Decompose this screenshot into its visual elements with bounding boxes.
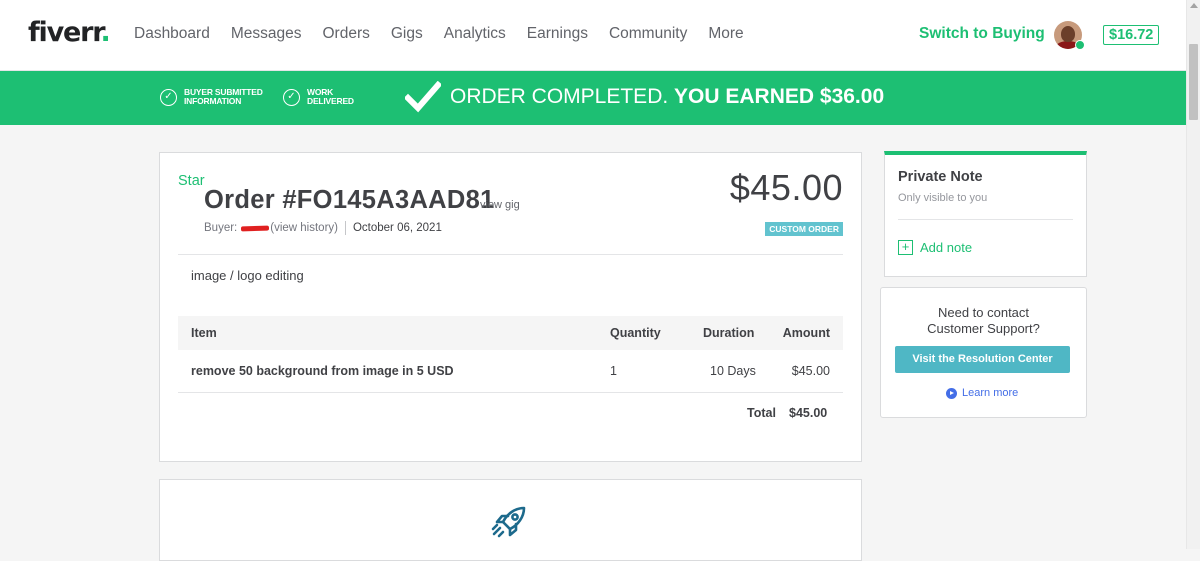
nav-dashboard[interactable]: Dashboard: [134, 25, 210, 43]
plus-icon: +: [898, 240, 913, 255]
fiverr-logo[interactable]: fiverr.: [28, 17, 111, 48]
total-value: $45.00: [789, 406, 828, 420]
order-status-banner: ✓ BUYER SUBMITTED INFORMATION ✓ WORK DEL…: [0, 71, 1186, 125]
nav-community[interactable]: Community: [609, 25, 687, 43]
total-label: Total: [747, 406, 776, 420]
private-note-subtitle: Only visible to you: [898, 192, 988, 204]
custom-order-badge: CUSTOM ORDER: [765, 222, 843, 236]
divider: [178, 392, 843, 393]
order-description: image / logo editing: [191, 268, 304, 283]
star-button[interactable]: Star: [178, 173, 205, 189]
support-panel: Need to contact Customer Support? Visit …: [880, 287, 1087, 418]
redacted-buyer-name: [241, 225, 270, 231]
order-price: $45.00: [729, 167, 843, 208]
switch-to-buying-link[interactable]: Switch to Buying: [919, 25, 1045, 43]
main-nav-links: Dashboard Messages Orders Gigs Analytics…: [134, 25, 765, 43]
view-history-link[interactable]: (view history): [270, 222, 338, 234]
add-note-button[interactable]: + Add note: [898, 240, 972, 255]
rocket-icon: [491, 506, 526, 538]
order-details-card: Star Order #FO145A3AAD81 view gig Buyer:…: [159, 152, 862, 462]
column-quantity: Quantity: [610, 326, 661, 340]
step-check-icon: ✓: [283, 88, 300, 106]
nav-orders[interactable]: Orders: [322, 25, 369, 43]
order-title: Order #FO145A3AAD81: [204, 186, 495, 214]
buyer-label: Buyer:: [204, 222, 238, 234]
row-amount: $45.00: [791, 364, 830, 378]
column-duration: Duration: [703, 326, 755, 340]
top-navigation: fiverr. Dashboard Messages Orders Gigs A…: [0, 0, 1186, 71]
row-quantity: 1: [610, 364, 617, 378]
scroll-up-arrow-icon[interactable]: [1190, 3, 1198, 8]
online-status-dot: [1075, 40, 1085, 50]
nav-earnings[interactable]: Earnings: [527, 25, 588, 43]
nav-analytics[interactable]: Analytics: [444, 25, 506, 43]
order-meta: Buyer: (view history) October 06, 2021: [204, 221, 442, 235]
add-note-label: Add note: [920, 240, 973, 255]
learn-more-link[interactable]: Learn more: [946, 387, 1018, 399]
nav-gigs[interactable]: Gigs: [391, 25, 423, 43]
view-gig-link[interactable]: view gig: [480, 199, 520, 211]
private-note-panel: Private Note Only visible to you + Add n…: [884, 151, 1087, 277]
play-icon: [946, 387, 957, 399]
step-work-delivered: ✓ WORK DELIVERED: [283, 88, 354, 106]
step-buyer-submitted: ✓ BUYER SUBMITTED INFORMATION: [160, 88, 263, 106]
column-amount: Amount: [782, 326, 830, 340]
balance-badge[interactable]: $16.72: [1103, 25, 1160, 45]
divider: [178, 254, 843, 255]
column-item: Item: [191, 326, 217, 340]
resolution-center-button[interactable]: Visit the Resolution Center: [895, 346, 1070, 373]
divider: [898, 219, 1073, 220]
page-scrollbar[interactable]: [1186, 0, 1200, 549]
order-date: October 06, 2021: [352, 222, 442, 234]
check-icon: [405, 81, 441, 113]
nav-messages[interactable]: Messages: [231, 25, 302, 43]
step-check-icon: ✓: [160, 88, 177, 106]
row-duration: 10 Days: [710, 364, 756, 378]
nav-more[interactable]: More: [708, 25, 743, 43]
row-item: remove 50 background from image in 5 USD: [191, 364, 454, 378]
order-completed-message: ORDER COMPLETED. YOU EARNED $36.00: [450, 85, 885, 108]
order-table-header: Item Quantity Duration Amount: [178, 316, 843, 350]
divider: [344, 221, 346, 235]
table-row: remove 50 background from image in 5 USD…: [178, 350, 843, 393]
support-question: Need to contact Customer Support?: [927, 305, 1040, 336]
scroll-thumb[interactable]: [1189, 44, 1198, 120]
private-note-title: Private Note: [898, 169, 983, 185]
